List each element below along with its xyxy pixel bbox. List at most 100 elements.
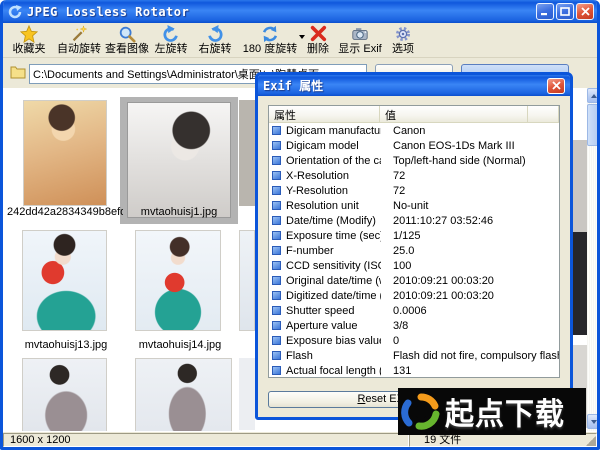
property-icon [272,321,281,330]
magnifier-icon [118,25,136,43]
rotate-180-icon [261,25,279,43]
watermark-text: 起点下载 [445,389,565,433]
thumbnail-filename[interactable]: mvtaohuisj1.jpg [123,206,235,218]
delete-button[interactable]: 删除 [303,23,333,57]
thumbnail-filename[interactable]: mvtaohuisj14.jpg [125,339,235,351]
rotate-right-button[interactable]: 右旋转 [195,23,235,57]
exif-table: 属性 值 Digicam manufacturerCanon Digicam m… [268,105,560,378]
exif-dialog-close-button[interactable] [547,78,565,94]
rotate-left-label: 左旋转 [155,43,188,56]
property-label: CCD sensitivity (ISO) [286,260,381,272]
app-window: JPEG Lossless Rotator 收藏夹 自动旋转 查看图像 左旋转 … [0,0,600,450]
table-row[interactable]: Digicam manufacturerCanon [269,123,559,138]
property-column-header[interactable]: 属性 [269,106,380,123]
thumbnail-image[interactable] [127,102,231,218]
favorites-button[interactable]: 收藏夹 [7,23,51,57]
property-value: 25.0 [381,245,559,257]
property-icon [272,336,281,345]
property-icon [272,276,281,285]
table-row[interactable]: Date/time (Modify)2011:10:27 03:52:46 [269,213,559,228]
property-icon [272,156,281,165]
empty-column-header[interactable] [528,106,559,123]
table-row[interactable]: Original date/time (whe...2010:09:21 00:… [269,273,559,288]
delete-label: 删除 [307,43,329,56]
property-value: Top/left-hand side (Normal) [381,155,559,167]
table-row[interactable]: Digicam modelCanon EOS-1Ds Mark III [269,138,559,153]
thumbnail-image[interactable] [239,230,255,331]
options-button[interactable]: 选项 [387,23,419,57]
auto-rotate-button[interactable]: 自动旋转 [55,23,103,57]
resolution-status: 1600 x 1200 [3,433,409,447]
property-icon [272,351,281,360]
property-value: 72 [381,170,559,182]
close-button[interactable] [576,3,594,20]
property-label: Original date/time (whe... [286,275,381,287]
thumbnail-filename[interactable]: mvtaohuisj13.jpg [11,339,121,351]
rotate-left-icon [162,25,180,43]
magic-wand-icon [70,25,88,43]
resize-grip[interactable] [586,436,596,446]
table-row[interactable]: Shutter speed0.0006 [269,303,559,318]
thumbnail-image[interactable] [22,358,107,431]
exif-dialog: Exif 属性 属性 值 Digicam manufacturerCanon D… [255,72,573,420]
minimize-button[interactable] [536,3,554,20]
property-label: Digitized date/time (wh... [286,290,381,302]
property-value: Canon EOS-1Ds Mark III [381,140,559,152]
rotate-left-button[interactable]: 左旋转 [151,23,191,57]
thumbnail-filename[interactable]: 242dd42a2834349b8efd9c2... [7,206,123,218]
scroll-up-button[interactable] [587,88,600,103]
thumbnail-image[interactable] [23,100,107,206]
property-label: Actual focal length (mm) [286,365,381,377]
thumbnail-image[interactable] [239,100,255,206]
table-row[interactable]: Y-Resolution72 [269,183,559,198]
table-row[interactable]: X-Resolution72 [269,168,559,183]
table-row[interactable]: Exposure bias value (E...0 [269,333,559,348]
table-row[interactable]: Actual focal length (mm)131 [269,363,559,378]
exif-table-header: 属性 值 [269,106,559,123]
table-row[interactable]: Orientation of the cameraTop/left-hand s… [269,153,559,168]
property-label: Shutter speed [286,305,381,317]
vertical-scrollbar[interactable] [587,88,600,431]
view-image-button[interactable]: 查看图像 [103,23,151,57]
property-icon [272,216,281,225]
property-value: 0 [381,335,559,347]
thumbnail-image[interactable] [135,230,221,331]
scroll-down-button[interactable] [587,414,600,429]
arrow-down-icon [591,420,597,424]
table-row[interactable]: F-number25.0 [269,243,559,258]
property-label: Digicam manufacturer [286,125,381,137]
rotate-180-label: 180 度旋转 [243,43,297,56]
thumbnail-image[interactable] [573,140,587,232]
gear-icon [394,25,412,43]
property-label: Y-Resolution [286,185,381,197]
table-row[interactable]: CCD sensitivity (ISO)100 [269,258,559,273]
table-row[interactable]: Digitized date/time (wh...2010:09:21 00:… [269,288,559,303]
property-label: Exposure time (sec) [286,230,381,242]
table-row[interactable]: FlashFlash did not fire, compulsory flas… [269,348,559,363]
show-exif-button[interactable]: 显示 Exif [337,23,383,57]
options-label: 选项 [392,43,414,56]
table-row[interactable]: Aperture value3/8 [269,318,559,333]
thumbnail-image[interactable] [135,358,232,431]
rotate-right-icon [206,25,224,43]
property-value: 2010:09:21 00:03:20 [381,290,559,302]
table-row[interactable]: Resolution unitNo-unit [269,198,559,213]
file-count-status: 19 文件 [409,433,597,447]
thumbnail-image[interactable] [22,230,107,331]
maximize-button[interactable] [556,3,574,20]
property-icon [272,246,281,255]
thumbnail-image[interactable] [239,358,255,430]
property-label: F-number [286,245,381,257]
value-column-header[interactable]: 值 [380,106,528,123]
property-value: Flash did not fire, compulsory flash ... [381,350,559,362]
thumbnail-image[interactable] [573,232,587,335]
rotate-180-button[interactable]: 180 度旋转 [239,23,301,57]
title-bar: JPEG Lossless Rotator [0,0,600,23]
property-value: 3/8 [381,320,559,332]
property-label: Orientation of the camera [286,155,381,167]
toolbar: 收藏夹 自动旋转 查看图像 左旋转 右旋转 180 度旋转 删除 [3,23,597,58]
property-icon [272,261,281,270]
table-row[interactable]: Exposure time (sec)1/125 [269,228,559,243]
scrollbar-thumb[interactable] [587,104,600,146]
window-title: JPEG Lossless Rotator [27,5,536,19]
